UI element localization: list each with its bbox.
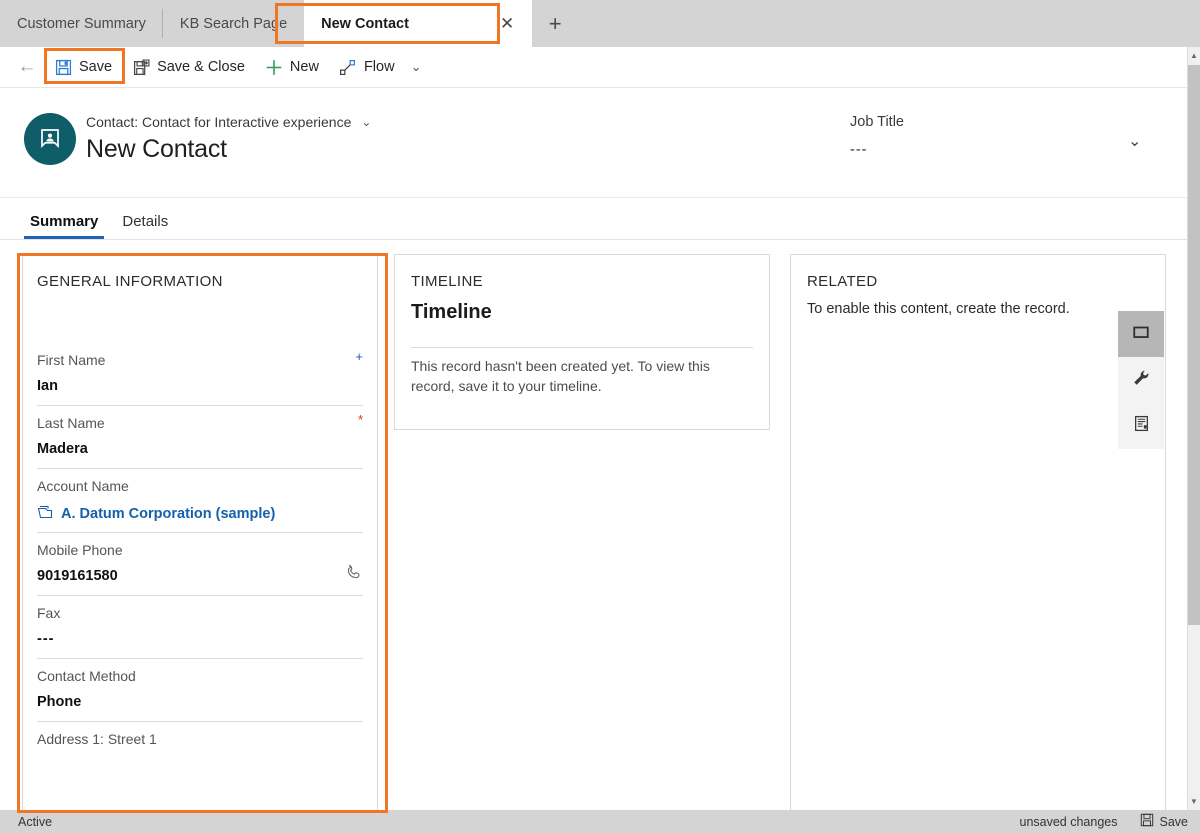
rail-wrench-button[interactable]	[1118, 357, 1164, 403]
account-entity-icon	[37, 504, 53, 524]
save-button[interactable]: Save	[44, 52, 122, 82]
account-name-lookup-link[interactable]: A. Datum Corporation (sample)	[37, 504, 363, 524]
browser-tab-kb-search-page[interactable]: KB Search Page	[163, 0, 304, 47]
related-side-rail	[1118, 311, 1164, 449]
field-last-name: Last Name Madera *	[37, 406, 363, 469]
dynamics-contact-form-window: Customer Summary KB Search Page New Cont…	[0, 0, 1200, 833]
recommended-marker-icon: +	[355, 349, 363, 364]
divider	[411, 347, 753, 348]
close-icon[interactable]: ✕	[494, 11, 520, 37]
timeline-title: TIMELINE	[411, 273, 483, 290]
unsaved-changes-label: unsaved changes	[1019, 814, 1118, 829]
browser-tab-new-contact[interactable]: New Contact ✕	[304, 0, 533, 47]
related-section: RELATED To enable this content, create t…	[790, 254, 1166, 816]
general-information-section: GENERAL INFORMATION First Name Ian + Las…	[22, 254, 378, 814]
timeline-section: TIMELINE Timeline This record hasn't bee…	[394, 254, 770, 430]
header-expand-chevron-down-icon[interactable]: ⌄	[1128, 131, 1141, 151]
status-badge: Active	[18, 814, 53, 829]
wrench-icon	[1132, 369, 1150, 392]
save-and-close-icon	[132, 58, 150, 76]
field-value[interactable]: Phone	[37, 694, 363, 713]
job-title-value[interactable]: ---	[850, 142, 868, 158]
field-first-name: First Name Ian +	[37, 343, 363, 406]
field-value[interactable]: 9019161580	[37, 568, 363, 587]
field-contact-method: Contact Method Phone	[37, 659, 363, 722]
phone-call-icon[interactable]	[345, 563, 363, 586]
field-value[interactable]: Madera	[37, 441, 363, 460]
flow-icon	[339, 58, 357, 76]
tab-summary[interactable]: Summary	[24, 213, 105, 239]
save-and-close-button[interactable]: Save & Close	[122, 52, 255, 82]
back-arrow-icon[interactable]: ←	[10, 50, 44, 84]
field-fax: Fax ---	[37, 596, 363, 659]
status-bar-right: unsaved changes Save	[1019, 813, 1189, 830]
save-button-label: Save	[79, 59, 113, 75]
page-title: New Contact	[86, 135, 227, 163]
save-icon	[54, 58, 72, 76]
contact-badge-icon	[41, 129, 59, 149]
timeline-empty-message: This record hasn't been created yet. To …	[411, 358, 710, 394]
new-tab-icon[interactable]: +	[532, 0, 578, 47]
save-and-close-label: Save & Close	[157, 59, 245, 75]
form-body: GENERAL INFORMATION First Name Ian + Las…	[0, 240, 1188, 816]
new-button-label: New	[289, 59, 319, 75]
new-button[interactable]: New	[255, 52, 329, 82]
form-tab-list: Summary Details	[0, 198, 1188, 240]
field-mobile-phone: Mobile Phone 9019161580	[37, 533, 363, 596]
field-label: Mobile Phone	[37, 542, 123, 558]
field-value[interactable]: Ian	[37, 378, 363, 397]
field-label: Last Name	[37, 415, 105, 431]
field-value: A. Datum Corporation (sample)	[61, 506, 276, 522]
browser-tab-label: Customer Summary	[17, 15, 146, 32]
general-information-title: GENERAL INFORMATION	[37, 273, 223, 290]
field-value[interactable]: ---	[37, 631, 363, 650]
document-icon	[1133, 415, 1150, 437]
command-overflow-chevron-down-icon[interactable]: ⌄	[405, 52, 428, 82]
field-label: Contact Method	[37, 668, 136, 684]
save-icon	[1140, 813, 1154, 830]
job-title-label: Job Title	[850, 114, 904, 130]
timeline-heading: Timeline	[411, 301, 492, 323]
status-save-button[interactable]: Save	[1140, 813, 1189, 830]
browser-tab-customer-summary[interactable]: Customer Summary	[0, 0, 163, 47]
status-save-label: Save	[1159, 814, 1189, 829]
chevron-down-icon[interactable]: ⌄	[361, 115, 371, 129]
field-label: Address 1: Street 1	[37, 731, 157, 747]
general-information-fields: First Name Ian + Last Name Madera * Acco…	[37, 343, 363, 765]
flow-button[interactable]: Flow	[329, 52, 405, 82]
browser-tab-label: New Contact	[321, 15, 409, 32]
status-bar: Active unsaved changes Save	[0, 810, 1200, 833]
avatar	[24, 113, 76, 165]
vertical-scrollbar[interactable]: ▲ ▼	[1187, 47, 1200, 810]
folder-icon	[1132, 323, 1150, 346]
related-title: RELATED	[807, 273, 878, 290]
related-message: To enable this content, create the recor…	[807, 301, 1070, 317]
scrollbar-thumb[interactable]	[1188, 65, 1200, 625]
rail-folder-button[interactable]	[1118, 311, 1164, 357]
plus-icon	[265, 58, 283, 76]
browser-tab-strip: Customer Summary KB Search Page New Cont…	[0, 0, 1200, 47]
required-marker-icon: *	[357, 412, 363, 427]
rail-document-button[interactable]	[1118, 403, 1164, 449]
entity-name[interactable]: Contact: Contact for Interactive experie…	[86, 114, 371, 130]
field-label: First Name	[37, 352, 106, 368]
browser-tab-label: KB Search Page	[179, 15, 288, 32]
flow-button-label: Flow	[363, 59, 395, 75]
field-address-1-street-1: Address 1: Street 1	[37, 722, 363, 765]
command-bar: ← Save Save & Close New Flow ⌄	[0, 47, 1200, 88]
scroll-up-arrow-icon[interactable]: ▲	[1188, 47, 1200, 64]
field-account-name: Account Name A. Datum Corporation (sampl…	[37, 469, 363, 533]
field-label: Account Name	[37, 478, 129, 494]
tab-details[interactable]: Details	[116, 213, 174, 239]
entity-name-label: Contact: Contact for Interactive experie…	[86, 114, 352, 130]
scroll-down-arrow-icon[interactable]: ▼	[1188, 793, 1200, 810]
field-label: Fax	[37, 605, 61, 621]
